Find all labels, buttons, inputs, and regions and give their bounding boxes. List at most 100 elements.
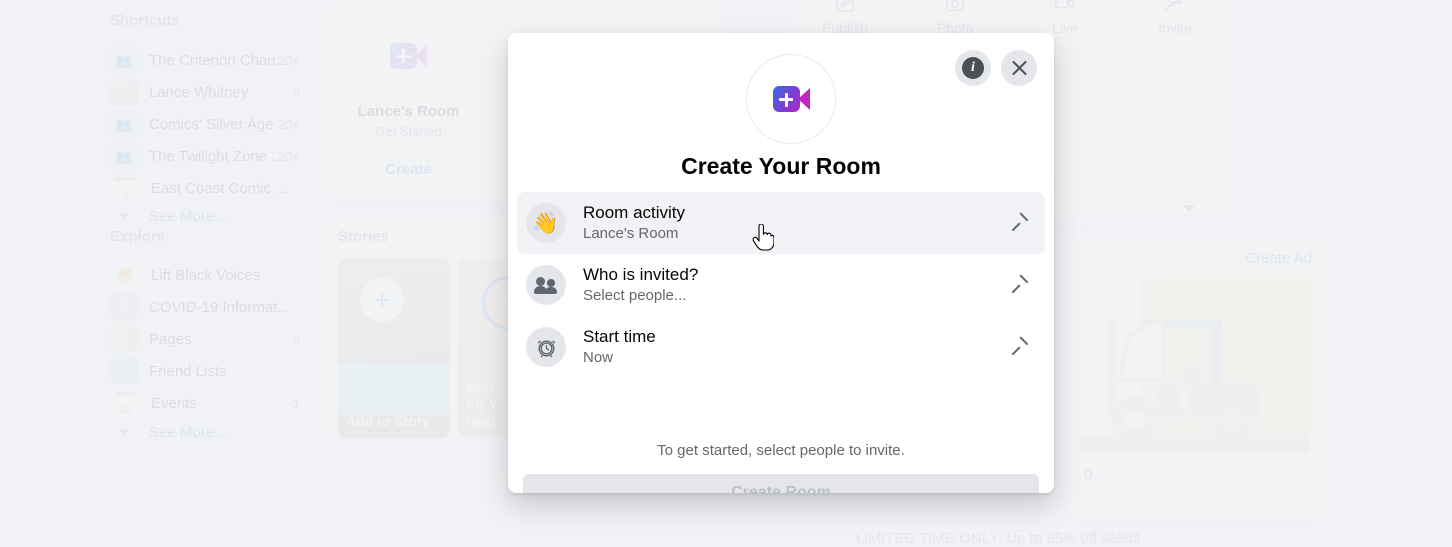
- dialog-top-buttons: i: [955, 50, 1037, 86]
- create-room-dialog: i Create Your Room 👋 Room activity Lance…: [508, 33, 1054, 493]
- people-icon: [526, 265, 566, 305]
- sidebar-see-more-explore[interactable]: See More...: [110, 416, 310, 448]
- chevron-right-icon: [1010, 213, 1030, 233]
- sidebar-item-twilight-zone[interactable]: 👥 The Twilight Zone ... 20+: [110, 140, 310, 172]
- calendar-day: 3: [122, 190, 128, 200]
- option-title: Room activity: [583, 203, 686, 222]
- option-row-who-is-invited[interactable]: Who is invited? Select people...: [517, 254, 1045, 316]
- option-row-text: Start time Now: [583, 326, 1010, 368]
- sidebar-item-label: Comics' Silver Age: [149, 115, 274, 133]
- sidebar-item-lance-whitney[interactable]: Lance Whitney 9: [110, 76, 310, 108]
- sidebar-item-label: The Twilight Zone ...: [149, 147, 284, 165]
- dialog-title: Create Your Room: [681, 153, 881, 179]
- stories-title: Stories: [338, 228, 389, 245]
- sidebar-item-criterion[interactable]: 👥 The Criterion Chan... 20+: [110, 44, 310, 76]
- room-tile-subtitle: Get Started: [375, 123, 442, 139]
- sidebar-item-covid-19-information[interactable]: ♡ COVID-19 Informat...: [110, 291, 310, 323]
- story-caption: Add to Story: [346, 413, 430, 429]
- option-row-text: Room activity Lance's Room: [583, 202, 1010, 244]
- sidebar-item-friend-lists[interactable]: Friend Lists: [110, 355, 310, 387]
- action-label: Live: [1052, 20, 1078, 36]
- option-row-room-activity[interactable]: 👋 Room activity Lance's Room: [517, 192, 1045, 254]
- sidebar-item-count: 20+: [277, 116, 300, 132]
- sidebar-item-count: 9: [292, 331, 300, 347]
- option-title: Start time: [583, 327, 656, 346]
- ad-text: LIMITED TIME ONLY: Up to 85% off select: [856, 530, 1141, 547]
- friend-list-icon: [110, 357, 138, 385]
- add-user-icon: [1166, 0, 1183, 11]
- forklift-illustration: [1108, 320, 1260, 444]
- sidebar-item-label: Lance Whitney: [149, 83, 249, 101]
- create-room-tile-button[interactable]: Create: [351, 152, 466, 187]
- option-title: Who is invited?: [583, 265, 699, 284]
- sidebar-item-label: Lift Black Voices: [151, 266, 261, 284]
- chevron-down-icon: [110, 202, 138, 230]
- info-icon: i: [962, 57, 984, 79]
- video-camera-plus-icon: [772, 86, 810, 112]
- video-icon: [1055, 0, 1074, 9]
- group-icon: 👥: [110, 110, 138, 138]
- create-room-button[interactable]: Create Room: [523, 474, 1039, 493]
- action-label: Invite: [1158, 20, 1192, 36]
- sidebar-item-events[interactable]: 26 Events 1: [110, 387, 310, 419]
- sidebar-section-shortcuts-title: Shortcuts: [110, 12, 181, 29]
- option-subtitle: Lance's Room: [583, 225, 679, 242]
- plus-icon: +: [360, 278, 404, 322]
- info-button[interactable]: i: [955, 50, 991, 86]
- video-camera-plus-icon: [390, 42, 427, 69]
- sidebar-item-label: Events: [151, 394, 197, 412]
- waving-hand-icon: 👋: [526, 203, 566, 243]
- calendar-icon: 3: [110, 173, 140, 203]
- create-ad-link[interactable]: Create Ad: [1245, 250, 1312, 267]
- alarm-clock-glyph: [537, 339, 555, 358]
- sidebar-item-lift-black-voices[interactable]: ✊ Lift Black Voices: [110, 259, 310, 291]
- option-row-start-time[interactable]: Start time Now: [517, 316, 1045, 378]
- sidebar-item-count: 9: [292, 84, 300, 100]
- calendar-day: 26: [119, 405, 130, 415]
- option-subtitle: Now: [583, 349, 614, 366]
- flag-icon: [110, 325, 138, 353]
- camera-icon: [946, 0, 964, 12]
- close-icon: [1010, 59, 1029, 78]
- sidebar-item-count: 20+: [277, 52, 300, 68]
- sidebar-item-count: 20+: [277, 148, 300, 164]
- sidebar-item-count: 1: [292, 395, 300, 411]
- see-more-label: See More...: [149, 423, 227, 441]
- alarm-clock-icon: [526, 327, 566, 367]
- chevron-right-icon: [1010, 275, 1030, 295]
- avatar-icon: [110, 78, 138, 106]
- option-row-text: Who is invited? Select people...: [583, 264, 1010, 306]
- calendar-icon: 26: [110, 388, 140, 418]
- dialog-hero-icon-ring: [746, 54, 836, 144]
- sidebar-item-label: Pages: [149, 330, 192, 348]
- chevron-right-icon: [1010, 337, 1030, 357]
- story-add-to-story[interactable]: + Add to Story: [338, 258, 450, 438]
- dialog-helper-text: To get started, select people to invite.: [657, 442, 905, 459]
- option-subtitle: Select people...: [583, 287, 687, 304]
- sidebar-item-pages[interactable]: Pages 9: [110, 323, 310, 355]
- action-photo[interactable]: Photo: [900, 0, 1010, 36]
- chevron-down-icon: [110, 418, 138, 446]
- room-tile-lances-room[interactable]: Lance's Room Get Started Create: [336, 12, 481, 197]
- action-publish[interactable]: Publish: [790, 0, 900, 36]
- fist-icon: ✊: [110, 260, 140, 290]
- sidebar-section-explore-title: Explore: [110, 228, 166, 245]
- room-tile-name: Lance's Room: [357, 102, 460, 120]
- close-button[interactable]: [1001, 50, 1037, 86]
- sidebar-item-label: East Coast Comic ...: [151, 179, 288, 197]
- ad-card: Create Ad 0 LIMITED TIME ONLY: Up to 85%…: [856, 240, 1326, 547]
- sidebar-item-label: The Criterion Chan...: [149, 51, 289, 69]
- covid-shield-icon: ♡: [110, 293, 138, 321]
- action-invite[interactable]: Invite: [1120, 0, 1230, 36]
- room-options-list: 👋 Room activity Lance's Room Who is invi…: [517, 192, 1045, 378]
- see-more-label: See More...: [149, 207, 227, 225]
- action-live[interactable]: Live: [1010, 0, 1120, 36]
- sidebar-item-label: Friend Lists: [149, 362, 227, 380]
- left-sidebar: Shortcuts 👥 The Criterion Chan... 20+ La…: [0, 0, 320, 511]
- room-tile-icon-ring: [375, 22, 442, 89]
- sidebar-item-comics-silver-age[interactable]: 👥 Comics' Silver Age 20+: [110, 108, 310, 140]
- group-icon: 👥: [110, 46, 138, 74]
- group-icon: 👥: [110, 142, 138, 170]
- chevron-down-icon: [1166, 189, 1211, 227]
- sidebar-item-label: COVID-19 Informat...: [149, 298, 290, 316]
